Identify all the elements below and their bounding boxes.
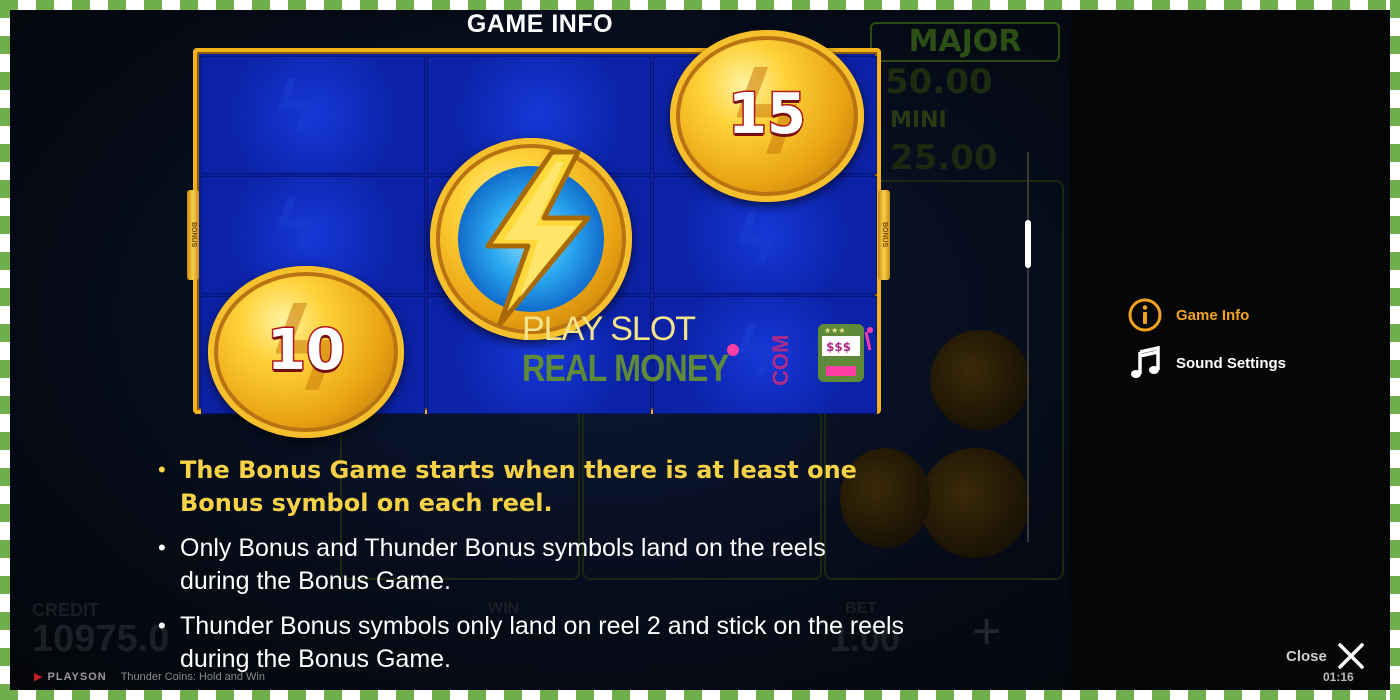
bg-jackpot-mini-value: 25.00 bbox=[890, 138, 998, 178]
bullet-text: Only Bonus and Thunder Bonus symbols lan… bbox=[180, 534, 826, 595]
info-bullet: • The Bonus Game starts when there is at… bbox=[158, 454, 900, 520]
frame-top bbox=[0, 0, 1400, 10]
provider-name: PLAYSON bbox=[47, 671, 107, 683]
menu-item-game-info[interactable]: Game Info bbox=[1128, 298, 1249, 332]
bullet-dot: • bbox=[158, 613, 166, 638]
scrollbar-thumb[interactable] bbox=[1025, 220, 1031, 268]
slot-machine-icon: $$$ ★★★ bbox=[818, 324, 873, 382]
watermark-line2: REAL MONEY bbox=[522, 348, 729, 390]
provider-logo: ▶ PLAYSON bbox=[34, 670, 107, 683]
close-button[interactable]: Close bbox=[1286, 642, 1365, 670]
ghost-bolt-icon: ϟ bbox=[277, 185, 316, 265]
bullet-dot: • bbox=[158, 535, 166, 560]
bonus-coin-15: ϟ 15 bbox=[670, 30, 864, 202]
menu-item-sound-settings[interactable]: Sound Settings bbox=[1128, 346, 1286, 380]
ghost-bolt-icon: ϟ bbox=[277, 67, 316, 147]
menu-item-label: Game Info bbox=[1176, 306, 1250, 324]
info-bullet: • Thunder Bonus symbols only land on ree… bbox=[158, 610, 940, 676]
bg-jackpot-major-label: MAJOR bbox=[870, 22, 1060, 62]
watermark-line1: PLAY SLOT bbox=[522, 310, 696, 348]
game-screen: MAJOR 50.00 MINI 25.00 CREDIT 10975.0 WI… bbox=[10, 10, 1390, 690]
svg-text:$$$: $$$ bbox=[826, 340, 851, 354]
frame-bottom bbox=[0, 690, 1400, 700]
svg-text:★★★: ★★★ bbox=[824, 326, 846, 335]
frame-right bbox=[1390, 0, 1400, 700]
bg-credit-value: 10975.0 bbox=[32, 618, 170, 660]
bullet-text: Thunder Bonus symbols only land on reel … bbox=[180, 612, 905, 673]
page-title: GAME INFO bbox=[466, 10, 614, 38]
bonus-tab-left: BONUS bbox=[187, 190, 199, 280]
watermark-com: COM bbox=[768, 334, 793, 386]
music-note-icon bbox=[1128, 346, 1162, 380]
provider-mark-icon: ▶ bbox=[34, 671, 44, 683]
clock: 01:16 bbox=[1323, 670, 1354, 684]
close-label: Close bbox=[1286, 647, 1327, 665]
info-bullet: • Only Bonus and Thunder Bonus symbols l… bbox=[158, 532, 900, 598]
close-icon bbox=[1338, 643, 1364, 669]
ghost-bolt-icon: ϟ bbox=[737, 201, 776, 281]
bg-coin-symbol bbox=[930, 330, 1030, 430]
info-icon bbox=[1128, 298, 1162, 332]
watermark-dot bbox=[727, 344, 739, 356]
bullet-dot: • bbox=[158, 457, 166, 482]
watermark: PLAY SLOT REAL MONEY COM $$$ ★★★ bbox=[522, 310, 882, 400]
bullet-text: The Bonus Game starts when there is at l… bbox=[180, 456, 857, 517]
bonus-tab-right: BONUS bbox=[878, 190, 890, 280]
bg-coin-symbol bbox=[920, 448, 1030, 558]
lightning-bolt-icon bbox=[485, 149, 591, 327]
bg-plus-icon: + bbox=[972, 603, 1002, 659]
frame-left bbox=[0, 0, 10, 700]
menu-item-label: Sound Settings bbox=[1176, 354, 1286, 372]
coin-value: 10 bbox=[266, 317, 347, 385]
bg-jackpot-mini-label: MINI bbox=[890, 108, 947, 133]
coin-value: 15 bbox=[727, 81, 808, 149]
bg-jackpot-major-value: 50.00 bbox=[885, 62, 993, 102]
bonus-coin-10: ϟ 10 bbox=[208, 266, 404, 438]
scrollbar-track[interactable] bbox=[1027, 152, 1029, 542]
